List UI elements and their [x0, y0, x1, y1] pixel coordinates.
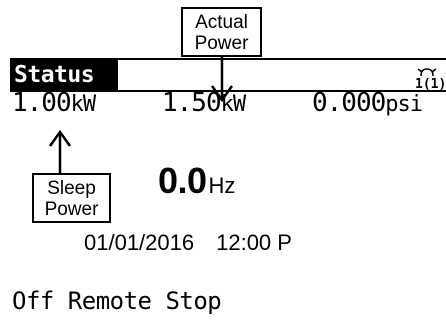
actual-power-reading: 1.50kW — [162, 87, 246, 121]
status-tab[interactable]: Status — [10, 60, 118, 90]
pressure-value: 0.000 — [312, 88, 386, 118]
drive-status-line: Off Remote Stop — [12, 287, 222, 315]
pressure-unit: psi — [385, 92, 423, 117]
actual-power-value: 1.50 — [162, 88, 222, 118]
date-value: 01/01/2016 — [84, 230, 195, 255]
sleep-power-arrow — [48, 129, 72, 173]
date-time: 01/01/2016 12:00 P — [84, 230, 292, 256]
frequency-readout: 0.0Hz — [158, 160, 235, 202]
frequency-value: 0.0 — [158, 160, 207, 201]
time-value: 12:00 P — [216, 230, 292, 255]
frequency-unit: Hz — [208, 173, 236, 198]
sleep-power-unit: kW — [70, 92, 96, 117]
actual-power-unit: kW — [220, 92, 246, 117]
drive-display-screen: Actual Power Sleep Power Status 1(1) 1.0… — [0, 0, 446, 324]
sleep-power-value: 1.00 — [12, 88, 72, 118]
sleep-power-reading: 1.00kW — [12, 87, 96, 121]
hand-1-icon: 1(1) — [409, 62, 446, 92]
pressure-reading: 0.000psi — [312, 87, 423, 121]
